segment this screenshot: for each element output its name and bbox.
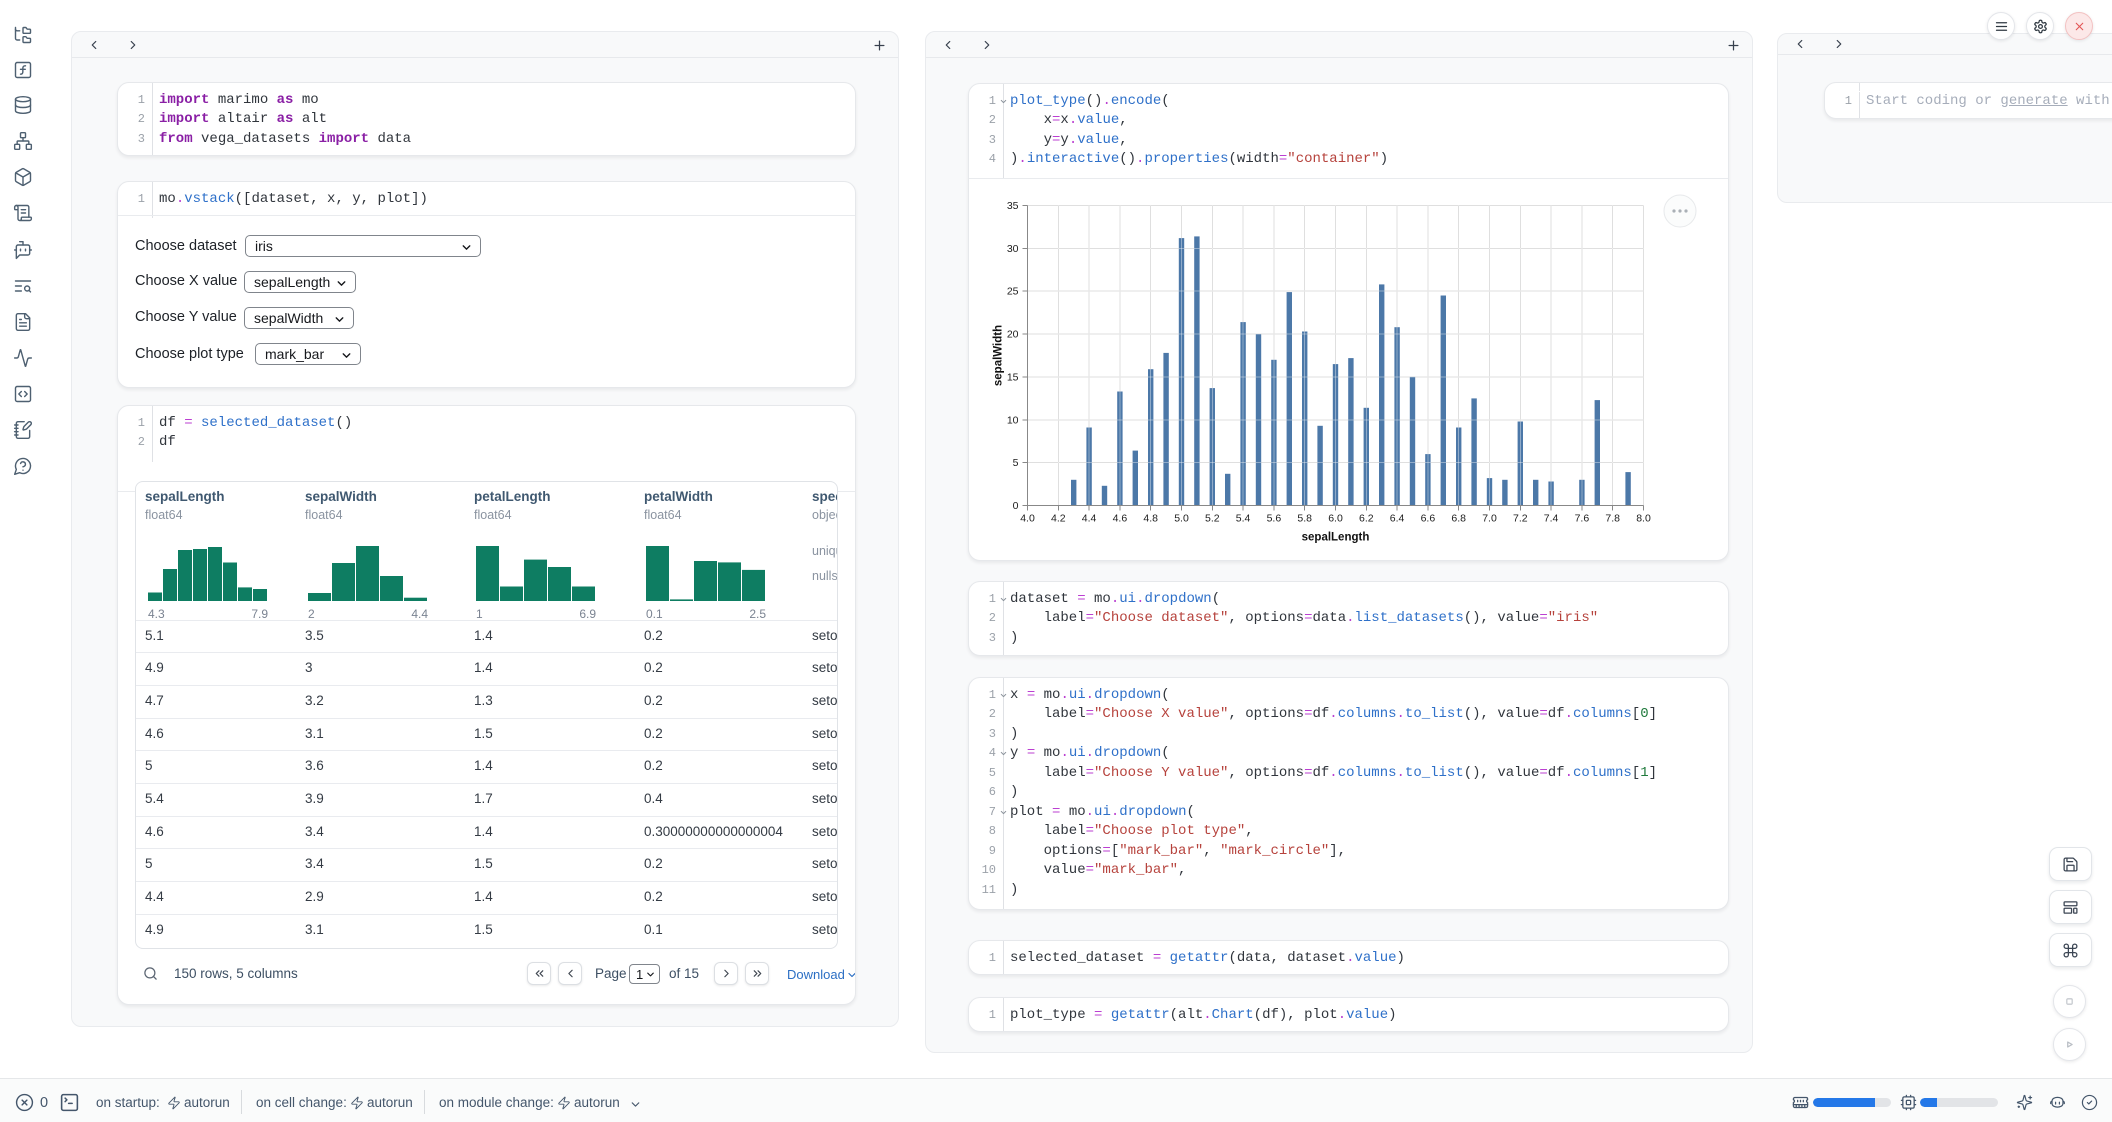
svg-text:6.6: 6.6: [1421, 513, 1436, 525]
svg-text:5.8: 5.8: [1297, 513, 1312, 525]
svg-text:7.0: 7.0: [1482, 513, 1497, 525]
svg-text:0: 0: [1013, 500, 1019, 512]
svg-text:7.2: 7.2: [1513, 513, 1528, 525]
svg-text:6.0: 6.0: [1328, 513, 1343, 525]
svg-text:5.0: 5.0: [1174, 513, 1189, 525]
svg-text:4.4: 4.4: [1082, 513, 1097, 525]
svg-text:4.6: 4.6: [1113, 513, 1128, 525]
svg-text:6.4: 6.4: [1390, 513, 1405, 525]
svg-text:35: 35: [1007, 200, 1019, 212]
svg-text:4.0: 4.0: [1020, 513, 1035, 525]
svg-text:8.0: 8.0: [1636, 513, 1651, 525]
svg-text:30: 30: [1007, 243, 1019, 255]
svg-text:15: 15: [1007, 371, 1019, 383]
svg-text:20: 20: [1007, 329, 1019, 341]
svg-text:4.8: 4.8: [1143, 513, 1158, 525]
svg-text:7.8: 7.8: [1605, 513, 1620, 525]
svg-text:7.4: 7.4: [1544, 513, 1559, 525]
svg-text:10: 10: [1007, 414, 1019, 426]
svg-text:5.6: 5.6: [1267, 513, 1282, 525]
svg-text:4.2: 4.2: [1051, 513, 1066, 525]
svg-text:sepalLength: sepalLength: [1302, 532, 1370, 544]
svg-text:25: 25: [1007, 286, 1019, 298]
svg-text:5: 5: [1013, 457, 1019, 469]
svg-text:6.8: 6.8: [1451, 513, 1466, 525]
svg-text:5.4: 5.4: [1236, 513, 1251, 525]
svg-text:sepalWidth: sepalWidth: [993, 325, 1005, 386]
svg-text:7.6: 7.6: [1575, 513, 1590, 525]
svg-text:6.2: 6.2: [1359, 513, 1374, 525]
svg-text:5.2: 5.2: [1205, 513, 1220, 525]
